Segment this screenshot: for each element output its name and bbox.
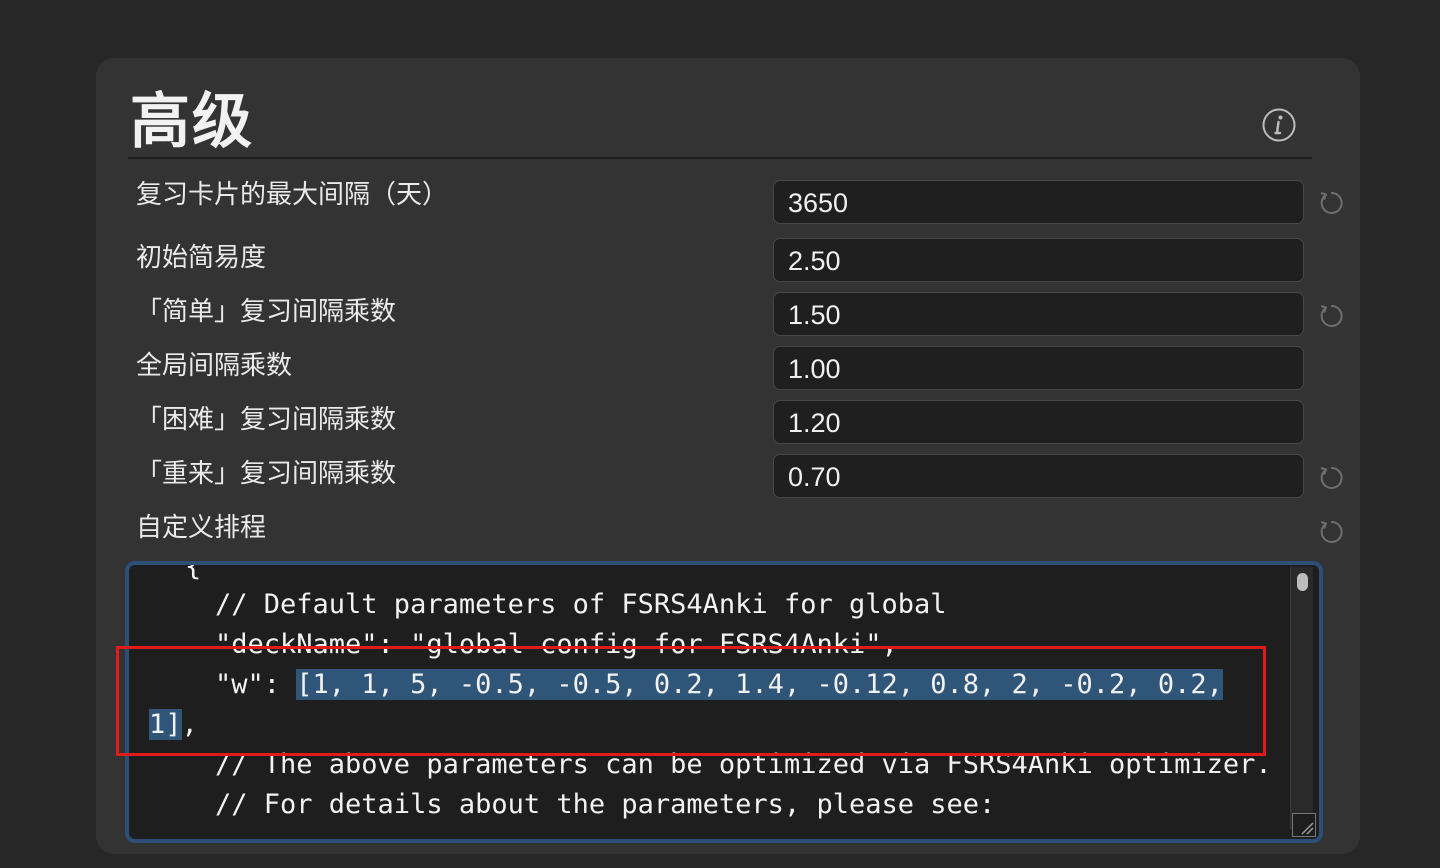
interval-modifier-input[interactable]: 1.00 — [773, 346, 1304, 390]
code-key: "w": — [215, 669, 297, 700]
editor-scrollbar[interactable] — [1290, 567, 1313, 829]
reset-icon[interactable] — [1318, 465, 1344, 491]
code-punct: , — [181, 709, 198, 740]
scrollbar-thumb[interactable] — [1297, 573, 1308, 591]
selected-text: [1, 1, 5, -0.5, -0.5, 0.2, 1.4, -0.12, 0… — [296, 669, 1223, 700]
hard-interval-input[interactable]: 1.20 — [773, 400, 1304, 444]
new-interval-label: 「重来」复习间隔乘数 — [136, 459, 397, 489]
code-area[interactable]: { // Default parameters of FSRS4Anki for… — [129, 565, 1289, 839]
hard-interval-label: 「困难」复习间隔乘数 — [136, 405, 397, 435]
new-interval-input[interactable]: 0.70 — [773, 454, 1304, 498]
starting-ease-input[interactable]: 2.50 — [773, 238, 1304, 282]
title-divider — [128, 157, 1312, 159]
code-line: "deckName": "global config for FSRS4Anki… — [215, 629, 898, 660]
easy-bonus-label: 「简单」复习间隔乘数 — [136, 297, 397, 327]
advanced-settings-panel: 高级 复习卡片的最大间隔（天） 3650 初始简易度 2.50 「简单」复习间隔… — [96, 58, 1360, 854]
resize-grip-icon[interactable] — [1292, 813, 1316, 837]
code-line: 1], — [149, 705, 198, 745]
selected-text: 1] — [149, 709, 182, 740]
custom-scheduling-editor[interactable]: { // Default parameters of FSRS4Anki for… — [125, 561, 1323, 843]
reset-icon[interactable] — [1318, 519, 1344, 545]
easy-bonus-input[interactable]: 1.50 — [773, 292, 1304, 336]
starting-ease-label: 初始简易度 — [136, 243, 267, 273]
code-line: // Default parameters of FSRS4Anki for g… — [215, 589, 947, 620]
custom-scheduling-label: 自定义排程 — [136, 513, 267, 543]
section-title: 高级 — [130, 87, 254, 157]
code-line: "w": [1, 1, 5, -0.5, -0.5, 0.2, 1.4, -0.… — [215, 665, 1223, 705]
max-interval-input[interactable]: 3650 — [773, 180, 1304, 224]
interval-modifier-label: 全局间隔乘数 — [136, 351, 293, 381]
max-interval-label: 复习卡片的最大间隔（天） — [136, 180, 449, 210]
code-line: { — [185, 561, 202, 582]
reset-icon[interactable] — [1318, 303, 1344, 329]
code-line: // For details about the parameters, ple… — [215, 789, 996, 820]
code-line: // The above parameters can be optimized… — [215, 749, 1272, 780]
info-icon[interactable] — [1262, 108, 1296, 142]
reset-icon[interactable] — [1318, 190, 1344, 216]
